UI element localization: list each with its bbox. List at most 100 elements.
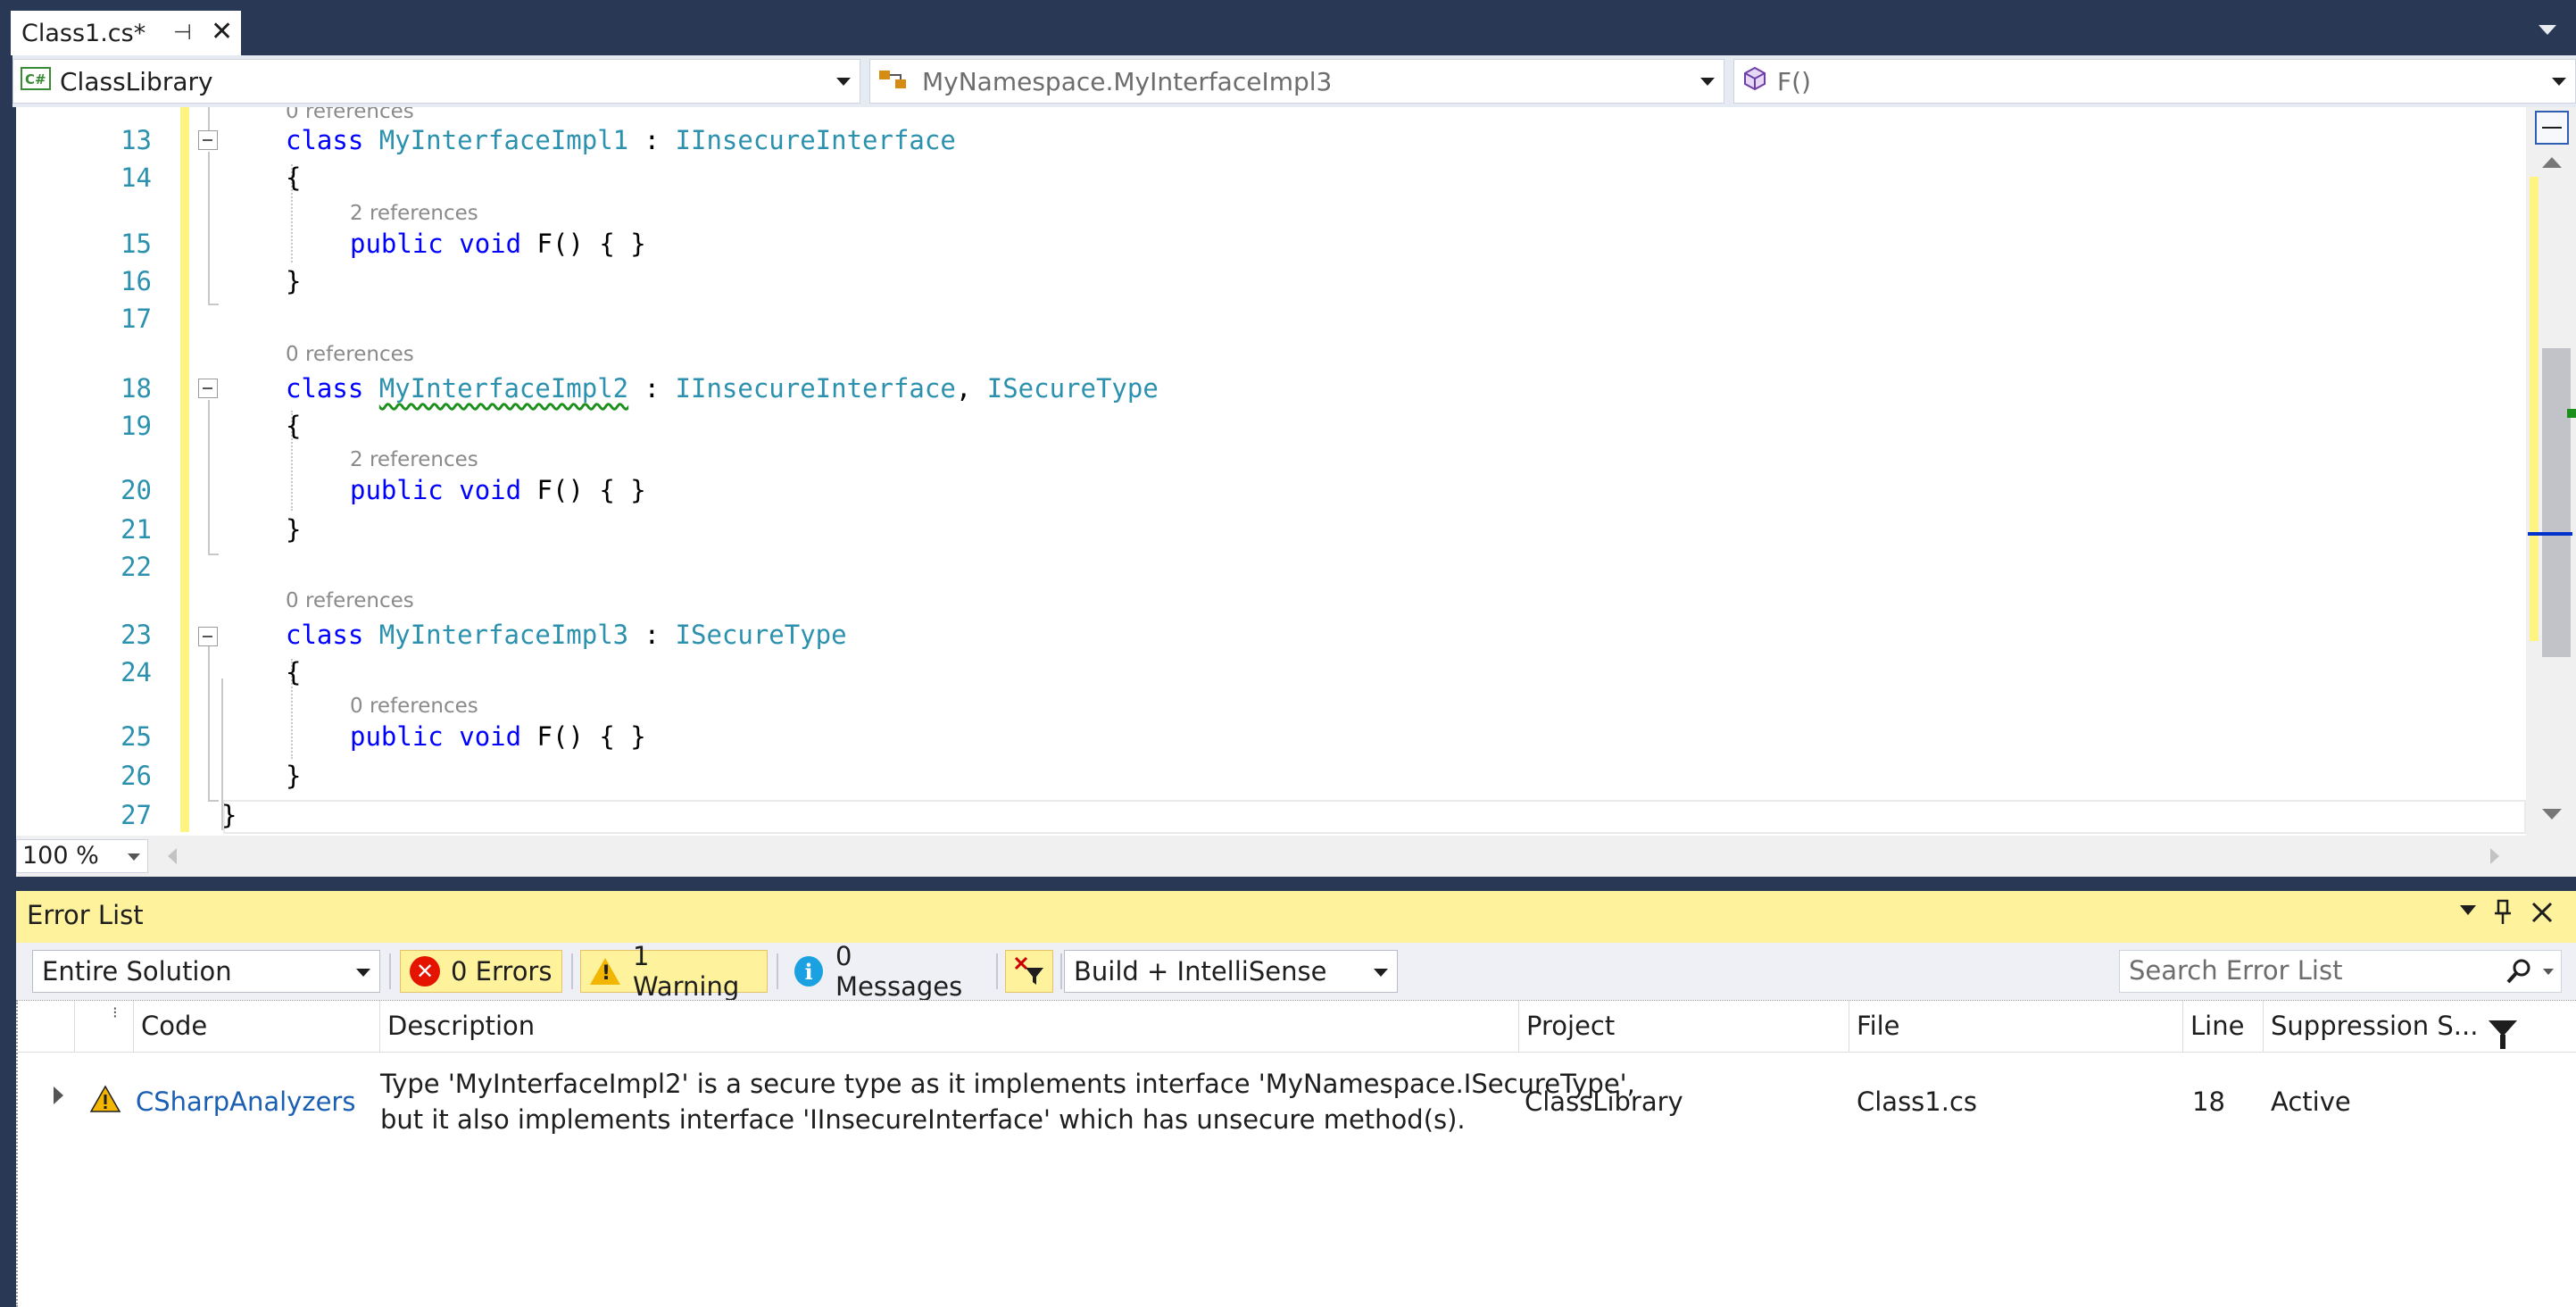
column-suppression[interactable]: Suppression S... xyxy=(2264,1001,2576,1053)
punctuation: , xyxy=(955,373,987,404)
chevron-down-icon xyxy=(128,853,140,861)
zoom-dropdown[interactable]: 100 % xyxy=(16,839,148,873)
expand-row-icon[interactable] xyxy=(54,1086,63,1104)
method-signature: F() { } xyxy=(536,229,646,259)
code-editor[interactable]: 0 references 13 class MyInterfaceImpl1 :… xyxy=(16,107,2576,836)
column-severity[interactable]: ⁝ xyxy=(75,1001,134,1053)
class-name: MyInterfaceImpl1 xyxy=(378,125,629,155)
punctuation: : xyxy=(628,620,676,650)
tab-overflow-chevron-icon[interactable] xyxy=(2539,25,2556,35)
codelens-references[interactable]: 0 references xyxy=(286,107,414,123)
error-code-link[interactable]: CSharpAnalyzers xyxy=(136,1086,355,1117)
project-name: ClassLibrary xyxy=(60,66,213,96)
keyword: class xyxy=(286,125,364,155)
outline-end xyxy=(208,554,219,555)
line-number: 16 xyxy=(120,266,152,296)
column-file[interactable]: File xyxy=(1849,1001,2183,1053)
filter-icon[interactable] xyxy=(2489,1020,2517,1049)
collapse-toggle-icon[interactable] xyxy=(198,379,218,398)
error-project: ClassLibrary xyxy=(1525,1086,1683,1117)
column-project[interactable]: Project xyxy=(1519,1001,1849,1053)
code-line-16: } xyxy=(286,266,302,296)
member-dropdown[interactable]: F() xyxy=(1733,59,2576,104)
base-type: IInsecureInterface xyxy=(675,125,956,155)
errors-filter-button[interactable]: ✕ 0 Errors xyxy=(400,950,562,993)
scroll-right-icon[interactable] xyxy=(2490,848,2499,864)
code-line-25: public void F() { } xyxy=(350,721,646,752)
error-line: 18 xyxy=(2192,1086,2225,1117)
collapse-toggle-icon[interactable] xyxy=(198,627,218,646)
warnings-count: 1 Warning xyxy=(633,941,740,1002)
method-signature: F() { } xyxy=(536,721,646,752)
document-tab-class1[interactable]: Class1.cs* ⊣ ✕ xyxy=(11,11,241,55)
errors-count: 0 Errors xyxy=(451,956,553,986)
tab-title: Class1.cs* xyxy=(21,19,146,47)
vertical-scrollbar[interactable] xyxy=(2526,107,2576,836)
scrollbar-warning-marker xyxy=(2567,409,2576,418)
chevron-down-icon xyxy=(2552,78,2566,86)
column-code-label: Code xyxy=(141,1011,208,1041)
scope-dropdown[interactable]: Entire Solution xyxy=(32,950,380,993)
code-line-27: } xyxy=(221,800,237,830)
type-name: MyNamespace.MyInterfaceImpl3 xyxy=(922,66,1333,96)
outline-end xyxy=(208,304,219,305)
code-line-15: public void F() { } xyxy=(350,229,646,259)
scrollbar-thumb[interactable] xyxy=(2542,348,2571,657)
codelens-references[interactable]: 0 references xyxy=(350,695,478,718)
codelens-references[interactable]: 0 references xyxy=(286,589,414,612)
info-icon: i xyxy=(794,956,824,986)
split-window-icon[interactable] xyxy=(2535,111,2569,145)
window-menu-chevron-icon[interactable] xyxy=(2460,905,2476,915)
scroll-left-icon[interactable] xyxy=(168,848,177,864)
toolbar-separator xyxy=(389,953,391,989)
pin-icon[interactable]: ⊣ xyxy=(173,20,192,45)
messages-filter-button[interactable]: i 0 Messages xyxy=(785,941,987,1002)
codelens-references[interactable]: 2 references xyxy=(350,202,478,225)
base-type: IInsecureInterface xyxy=(675,373,956,404)
close-icon[interactable] xyxy=(2530,898,2555,934)
messages-count: 0 Messages xyxy=(835,941,963,1002)
error-icon: ✕ xyxy=(410,956,440,986)
search-icon[interactable] xyxy=(2505,958,2532,991)
line-number: 26 xyxy=(120,761,152,791)
line-number: 23 xyxy=(120,620,152,650)
collapse-toggle-icon[interactable] xyxy=(198,130,218,150)
chevron-down-icon xyxy=(1700,78,1715,86)
scroll-down-icon[interactable] xyxy=(2542,809,2562,820)
codelens-references[interactable]: 2 references xyxy=(350,448,478,471)
class-name: MyInterfaceImpl3 xyxy=(378,620,629,650)
line-number: 24 xyxy=(120,657,152,687)
line-number: 21 xyxy=(120,514,152,545)
keyword: public xyxy=(350,721,444,752)
error-list-search[interactable] xyxy=(2119,950,2562,993)
clear-filter-button[interactable] xyxy=(1005,950,1053,993)
error-file: Class1.cs xyxy=(1857,1086,1978,1117)
outline-end xyxy=(208,800,219,802)
column-expander[interactable] xyxy=(18,1001,75,1053)
keyword: class xyxy=(286,373,364,404)
member-name: F() xyxy=(1777,66,1811,96)
error-list-title: Error List xyxy=(27,900,144,930)
column-line-label: Line xyxy=(2190,1011,2245,1041)
search-options-chevron-icon[interactable] xyxy=(2543,969,2554,975)
type-dropdown[interactable]: MyNamespace.MyInterfaceImpl3 xyxy=(869,59,1724,104)
chevron-down-icon xyxy=(356,969,370,977)
code-line-26: } xyxy=(286,761,302,791)
build-source-dropdown[interactable]: Build + IntelliSense xyxy=(1064,950,1398,993)
column-code[interactable]: Code xyxy=(134,1001,380,1053)
project-dropdown[interactable]: C# ClassLibrary xyxy=(12,59,860,104)
scroll-up-icon[interactable] xyxy=(2542,157,2562,168)
column-line[interactable]: Line xyxy=(2183,1001,2264,1053)
csharp-project-icon: C# xyxy=(21,66,51,96)
warnings-filter-button[interactable]: 1 Warning xyxy=(580,941,768,1002)
codelens-references[interactable]: 0 references xyxy=(286,343,414,366)
punctuation: : xyxy=(628,125,676,155)
code-line-24: { xyxy=(286,657,302,687)
pin-icon[interactable] xyxy=(2492,898,2514,934)
search-input[interactable] xyxy=(2120,951,2495,990)
column-description[interactable]: Description xyxy=(380,1001,1519,1053)
chevron-down-icon xyxy=(836,78,851,86)
close-icon[interactable]: ✕ xyxy=(211,16,233,47)
class-name-warning[interactable]: MyInterfaceImpl2 xyxy=(379,373,628,404)
line-number: 19 xyxy=(120,411,152,441)
